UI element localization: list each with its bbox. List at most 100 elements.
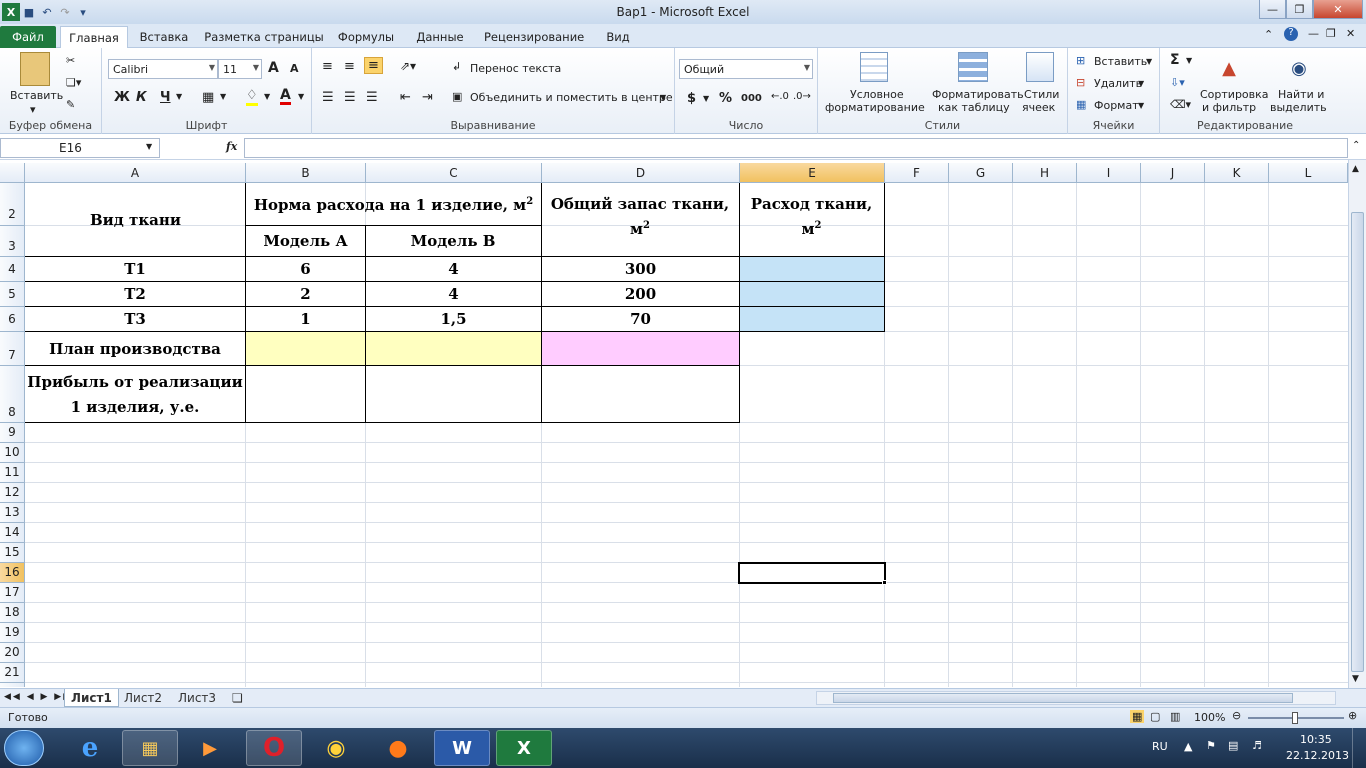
- cell-c6[interactable]: 1,5: [365, 306, 542, 332]
- format-as-table-line2[interactable]: как таблицу: [938, 101, 1010, 114]
- formula-bar-expand-icon[interactable]: ⌃: [1352, 140, 1360, 151]
- clear-icon[interactable]: ⌫▾: [1170, 98, 1191, 111]
- increase-indent-icon[interactable]: ⇥: [422, 90, 433, 105]
- explorer-icon[interactable]: ▦: [122, 730, 178, 766]
- font-color-dropdown-icon[interactable]: ▼: [298, 92, 304, 101]
- row-header-4[interactable]: 4: [0, 257, 25, 282]
- zoom-level[interactable]: 100%: [1194, 711, 1225, 724]
- col-header-j[interactable]: J: [1141, 163, 1205, 183]
- currency-dropdown-icon[interactable]: ▼: [703, 94, 709, 103]
- insert-cells-dropdown-icon[interactable]: ▼: [1146, 57, 1152, 66]
- delete-cells-button[interactable]: Удалить: [1094, 77, 1142, 90]
- align-middle-icon[interactable]: ≡: [344, 59, 355, 74]
- help-icon[interactable]: ?: [1284, 27, 1298, 41]
- align-top-icon[interactable]: ≡: [322, 59, 333, 74]
- row-header-14[interactable]: 14: [0, 523, 25, 543]
- fx-button[interactable]: fx: [226, 140, 237, 153]
- row-header-6[interactable]: 6: [0, 307, 25, 332]
- cell-e6[interactable]: [739, 306, 885, 332]
- cell-b5[interactable]: 2: [245, 281, 366, 307]
- format-as-table-line1[interactable]: Форматировать: [932, 88, 1024, 101]
- paste-icon[interactable]: [20, 52, 50, 86]
- conditional-formatting-icon[interactable]: [860, 52, 888, 82]
- row-header-21[interactable]: 21: [0, 663, 25, 683]
- cell-d4[interactable]: 300: [541, 256, 740, 282]
- scroll-down-icon[interactable]: ▼: [1352, 674, 1359, 684]
- delete-cells-icon[interactable]: ⊟: [1076, 76, 1085, 89]
- volume-icon[interactable]: ♬: [1252, 739, 1262, 752]
- firefox-icon[interactable]: ●: [370, 730, 426, 766]
- page-layout-view-icon[interactable]: ▢: [1150, 710, 1160, 723]
- row-header-22[interactable]: 22: [0, 683, 25, 687]
- row-header-9[interactable]: 9: [0, 423, 25, 443]
- name-box-dropdown-icon[interactable]: ▼: [146, 142, 152, 151]
- row-header-19[interactable]: 19: [0, 623, 25, 643]
- percent-button[interactable]: %: [719, 91, 732, 106]
- cell-c3[interactable]: Модель В: [365, 225, 542, 257]
- row-header-16[interactable]: 16: [0, 563, 25, 583]
- sheet-nav-icons[interactable]: ◀◀ ◀ ▶ ▶▶: [4, 692, 72, 702]
- tab-view[interactable]: Вид: [600, 26, 636, 48]
- select-all-corner[interactable]: [0, 163, 25, 183]
- internet-explorer-icon[interactable]: e: [62, 730, 118, 766]
- row-header-15[interactable]: 15: [0, 543, 25, 563]
- format-cells-dropdown-icon[interactable]: ▼: [1138, 101, 1144, 110]
- sheet-tab-2[interactable]: Лист2: [118, 689, 168, 707]
- zoom-slider-thumb[interactable]: [1292, 712, 1298, 724]
- cell-b8[interactable]: [245, 365, 366, 423]
- underline-dropdown-icon[interactable]: ▼: [176, 92, 182, 101]
- cell-a8[interactable]: Прибыль от реализации 1 изделия, у.е.: [25, 365, 246, 423]
- col-header-f[interactable]: F: [885, 163, 949, 183]
- merge-dropdown-icon[interactable]: ▼: [660, 93, 666, 102]
- insert-cells-button[interactable]: Вставить: [1094, 55, 1147, 68]
- insert-cells-icon[interactable]: ⊞: [1076, 54, 1085, 67]
- restore-button[interactable]: ❐: [1286, 0, 1313, 19]
- col-header-b[interactable]: B: [246, 163, 366, 183]
- merge-center-icon[interactable]: ▣: [452, 90, 462, 103]
- sheet-tab-3[interactable]: Лист3: [172, 689, 222, 707]
- page-break-view-icon[interactable]: ▥: [1170, 710, 1180, 723]
- delete-cells-dropdown-icon[interactable]: ▼: [1138, 79, 1144, 88]
- sort-filter-line2[interactable]: и фильтр: [1202, 101, 1256, 114]
- paste-dropdown-icon[interactable]: ▾: [30, 103, 36, 116]
- cell-a5[interactable]: Т2: [25, 281, 246, 307]
- col-header-h[interactable]: H: [1013, 163, 1077, 183]
- wrap-text-button[interactable]: Перенос текста: [470, 62, 561, 75]
- sort-filter-line1[interactable]: Сортировка: [1200, 88, 1269, 101]
- merge-center-button[interactable]: Объединить и поместить в центре: [470, 91, 673, 104]
- col-header-c[interactable]: C: [366, 163, 542, 183]
- cell-d2-merged[interactable]: Общий запас ткани, м2: [541, 183, 740, 257]
- insert-sheet-icon[interactable]: ❏: [226, 689, 249, 707]
- cell-styles-line2[interactable]: ячеек: [1022, 101, 1055, 114]
- row-header-7[interactable]: 7: [0, 332, 25, 366]
- vertical-scrollbar[interactable]: ▲ ▼: [1348, 160, 1366, 688]
- decrease-decimal-icon[interactable]: .0→: [793, 91, 811, 102]
- cell-e2-merged[interactable]: Расход ткани, м2: [739, 183, 885, 257]
- font-name-combo[interactable]: Calibri ▼: [108, 59, 218, 79]
- col-header-e[interactable]: E: [740, 163, 885, 183]
- format-painter-icon[interactable]: ✎: [66, 98, 75, 111]
- align-right-icon[interactable]: ☰: [366, 90, 378, 105]
- minimize-button[interactable]: —: [1259, 0, 1286, 19]
- format-cells-button[interactable]: Формат: [1094, 99, 1139, 112]
- formula-input[interactable]: [244, 138, 1348, 158]
- thousands-button[interactable]: 000: [741, 93, 762, 104]
- cell-b6[interactable]: 1: [245, 306, 366, 332]
- row-header-13[interactable]: 13: [0, 503, 25, 523]
- cell-e5[interactable]: [739, 281, 885, 307]
- shrink-font-button[interactable]: A: [290, 62, 299, 75]
- word-icon[interactable]: W: [434, 730, 490, 766]
- tab-formulas[interactable]: Формулы: [336, 26, 396, 48]
- align-bottom-icon[interactable]: ≡: [364, 57, 383, 74]
- zoom-in-icon[interactable]: ⊕: [1348, 709, 1357, 722]
- conditional-formatting-line1[interactable]: Условное: [850, 88, 904, 101]
- find-select-line2[interactable]: выделить: [1270, 101, 1327, 114]
- row-header-20[interactable]: 20: [0, 643, 25, 663]
- doc-minimize-icon[interactable]: —: [1308, 27, 1319, 40]
- opera-icon[interactable]: O: [246, 730, 302, 766]
- paste-button[interactable]: Вставить: [10, 89, 63, 102]
- conditional-formatting-line2[interactable]: форматирование: [825, 101, 925, 114]
- zoom-out-icon[interactable]: ⊖: [1232, 709, 1241, 722]
- font-size-combo[interactable]: 11 ▼: [218, 59, 262, 79]
- selected-cell-e16[interactable]: [738, 562, 886, 584]
